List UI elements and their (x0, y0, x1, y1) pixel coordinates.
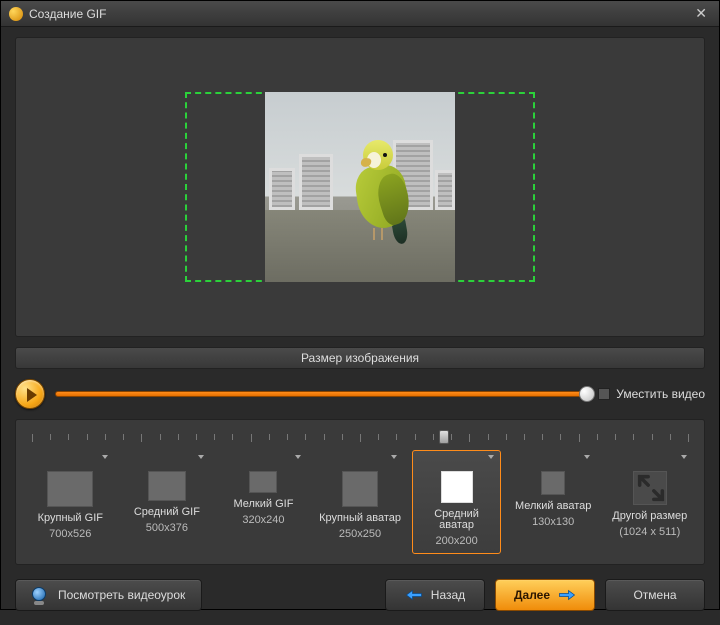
preset-label: Другой размер (612, 511, 687, 522)
chevron-down-icon[interactable] (198, 455, 204, 459)
preset-dimensions: 130x130 (532, 516, 574, 528)
camera-icon (32, 587, 50, 603)
preset-card[interactable]: Средний аватар 200x200 (412, 450, 501, 554)
checkbox-icon[interactable] (598, 388, 610, 400)
next-label: Далее (514, 588, 550, 602)
preset-card[interactable]: Мелкий GIF 320x240 (219, 450, 308, 554)
preview-area (15, 37, 705, 337)
cancel-label: Отмена (633, 588, 676, 602)
play-button[interactable] (15, 379, 45, 409)
section-header: Размер изображения (15, 347, 705, 369)
preset-card[interactable]: Средний GIF 500x376 (123, 450, 212, 554)
size-swatch (148, 471, 186, 501)
preset-dimensions: 700x526 (49, 528, 91, 540)
chevron-down-icon[interactable] (295, 455, 301, 459)
chevron-down-icon[interactable] (391, 455, 397, 459)
window-title: Создание GIF (29, 7, 691, 21)
size-swatch (541, 471, 565, 495)
cancel-button[interactable]: Отмена (605, 579, 705, 611)
preset-dimensions: 200x200 (435, 535, 477, 547)
preset-label: Мелкий аватар (515, 501, 591, 512)
bird-illustration (349, 134, 427, 244)
crop-selection[interactable] (185, 92, 535, 282)
preset-dimensions: 250x250 (339, 528, 381, 540)
size-swatch (441, 471, 473, 503)
preset-dimensions: 500x376 (146, 522, 188, 534)
preset-label: Средний аватар (415, 509, 498, 531)
titlebar: Создание GIF ✕ (1, 1, 719, 27)
preset-card[interactable]: Другой размер (1024 x 511) (605, 450, 694, 554)
size-presets: Крупный GIF 700x526 Средний GIF 500x376 Мелк… (15, 419, 705, 565)
section-title: Размер изображения (301, 351, 419, 365)
chevron-down-icon[interactable] (102, 455, 108, 459)
arrow-left-icon (405, 588, 423, 602)
back-label: Назад (431, 588, 465, 602)
fit-video-option[interactable]: Уместить видео (598, 387, 705, 401)
preset-label: Мелкий GIF (233, 499, 293, 510)
preset-label: Крупный GIF (38, 513, 103, 524)
chevron-down-icon[interactable] (488, 455, 494, 459)
preset-dimensions: (1024 x 511) (619, 526, 680, 538)
chevron-down-icon[interactable] (681, 455, 687, 459)
preview-image (265, 92, 455, 282)
back-button[interactable]: Назад (385, 579, 485, 611)
preset-dimensions: 320x240 (242, 514, 284, 526)
preset-card[interactable]: Крупный аватар 250x250 (316, 450, 405, 554)
size-ruler[interactable] (32, 432, 688, 442)
preset-card[interactable]: Крупный GIF 700x526 (26, 450, 115, 554)
next-button[interactable]: Далее (495, 579, 595, 611)
size-swatch (342, 471, 378, 507)
preset-card[interactable]: Мелкий аватар 130x130 (509, 450, 598, 554)
tutorial-label: Посмотреть видеоурок (58, 588, 185, 602)
progress-thumb[interactable] (579, 386, 595, 402)
app-icon (9, 7, 23, 21)
preset-label: Крупный аватар (319, 513, 401, 524)
arrow-right-icon (558, 588, 576, 602)
expand-icon (633, 471, 667, 505)
preset-label: Средний GIF (134, 507, 200, 518)
ruler-thumb[interactable] (439, 430, 449, 444)
close-icon[interactable]: ✕ (691, 5, 711, 22)
progress-track[interactable] (55, 391, 588, 397)
size-swatch (47, 471, 93, 507)
tutorial-button[interactable]: Посмотреть видеоурок (15, 579, 202, 611)
chevron-down-icon[interactable] (584, 455, 590, 459)
size-swatch (249, 471, 277, 493)
fit-label: Уместить видео (616, 387, 705, 401)
